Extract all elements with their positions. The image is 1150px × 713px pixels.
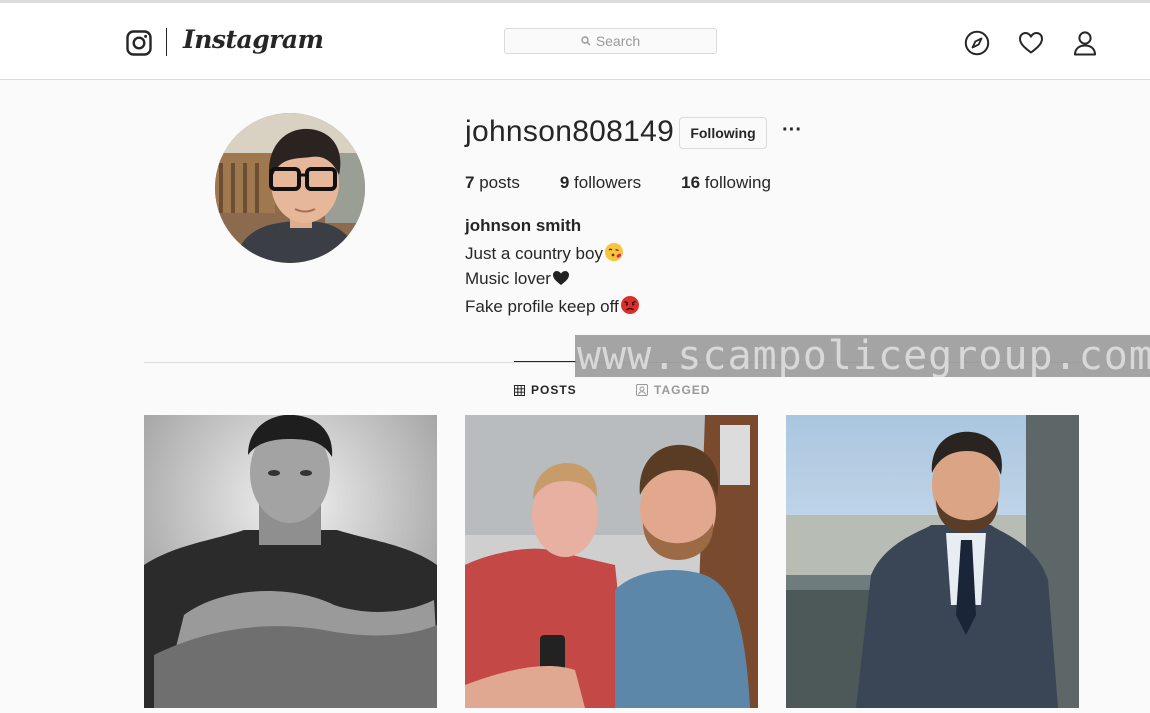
tab-tagged[interactable]: TAGGED bbox=[636, 383, 710, 397]
logo-divider bbox=[166, 28, 167, 56]
heart-icon[interactable] bbox=[1018, 30, 1044, 56]
following-count-value: 16 bbox=[681, 173, 701, 192]
post-thumbnail[interactable] bbox=[465, 415, 758, 708]
profile-avatar[interactable] bbox=[215, 113, 365, 263]
posts-count[interactable]: 7 posts bbox=[465, 173, 520, 193]
bio-text: Just a country boy bbox=[465, 244, 603, 263]
tab-posts[interactable]: POSTS bbox=[514, 383, 577, 397]
tab-posts-label: POSTS bbox=[531, 383, 577, 397]
post-thumbnail[interactable] bbox=[786, 415, 1079, 708]
followers-count-label: followers bbox=[574, 173, 642, 192]
post-photo bbox=[786, 415, 1079, 708]
instagram-wordmark[interactable]: Instagram bbox=[183, 25, 324, 54]
bio-line: Just a country boy bbox=[465, 242, 624, 264]
posts-count-label: posts bbox=[479, 173, 520, 192]
compass-icon[interactable] bbox=[964, 30, 990, 56]
face-blowing-kiss-icon bbox=[604, 243, 623, 261]
watermark-overlay: www.scampolicegroup.com bbox=[575, 335, 1150, 377]
angry-face-icon bbox=[620, 296, 639, 314]
bio-line: Music lover bbox=[465, 269, 570, 289]
search-input[interactable]: Search bbox=[504, 28, 717, 54]
following-count-label: following bbox=[704, 173, 771, 192]
following-count[interactable]: 16 following bbox=[681, 173, 771, 193]
user-icon[interactable] bbox=[1072, 30, 1098, 56]
posts-count-value: 7 bbox=[465, 173, 475, 192]
avatar-photo bbox=[215, 113, 365, 263]
black-heart-icon bbox=[552, 271, 569, 285]
grid-icon bbox=[514, 384, 525, 396]
followers-count-value: 9 bbox=[559, 173, 570, 192]
profile-stats: 7 posts 9 followers 16 following bbox=[465, 173, 811, 193]
tab-tagged-label: TAGGED bbox=[654, 383, 711, 397]
followers-count[interactable]: 9 followers bbox=[560, 173, 641, 193]
bio-line: Fake profile keep off bbox=[465, 295, 640, 317]
post-photo bbox=[144, 415, 437, 708]
tagged-icon bbox=[636, 384, 648, 396]
profile-username: johnson808149 bbox=[465, 115, 675, 148]
post-photo bbox=[465, 415, 758, 708]
top-navigation-bar: Instagram Search bbox=[0, 3, 1150, 80]
instagram-logo-icon[interactable] bbox=[126, 30, 152, 56]
more-options-icon[interactable]: ··· bbox=[780, 120, 804, 144]
search-icon bbox=[581, 36, 591, 46]
bio-text: Music lover bbox=[465, 269, 551, 288]
active-tab-indicator bbox=[514, 361, 576, 362]
bio-text: Fake profile keep off bbox=[465, 297, 619, 316]
search-placeholder: Search bbox=[595, 33, 641, 49]
profile-full-name: johnson smith bbox=[465, 216, 582, 235]
following-button[interactable]: Following bbox=[679, 117, 767, 149]
post-thumbnail[interactable] bbox=[144, 415, 437, 708]
